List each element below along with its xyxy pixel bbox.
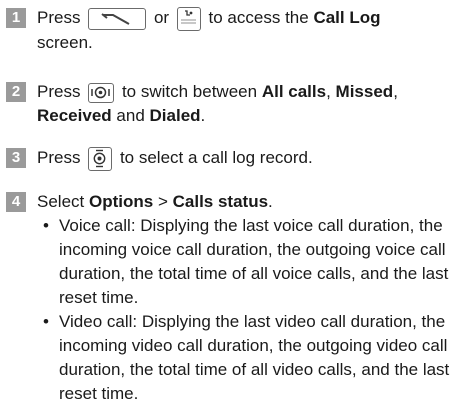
and-text: and xyxy=(116,106,145,125)
separator: , xyxy=(326,82,331,101)
step-text-part: to access the xyxy=(208,8,309,27)
period: . xyxy=(200,106,206,125)
bullet-list: Voice call: Displying the last voice cal… xyxy=(37,214,450,406)
separator: , xyxy=(393,82,398,101)
bullet-video-call: Video call: Displying the last video cal… xyxy=(37,310,450,406)
menu-arrow: > xyxy=(157,192,168,211)
navigation-key-icon xyxy=(88,82,115,103)
menu-calls-status: Calls status xyxy=(172,192,269,211)
call-log-label: Call Log xyxy=(313,8,381,27)
instruction-page: 1 Press or to access the Call Log screen… xyxy=(0,0,454,413)
step-text-part: to switch between xyxy=(121,82,258,101)
period: . xyxy=(268,192,273,211)
step-verb: Select xyxy=(37,192,85,211)
step-text-tail: screen. xyxy=(37,32,93,52)
option-all-calls: All calls xyxy=(261,82,327,101)
step-text: Press to select a call log record. xyxy=(37,146,450,171)
send-key-icon xyxy=(88,7,147,30)
step-number-badge: 1 xyxy=(6,8,26,28)
step-number-badge: 4 xyxy=(6,192,26,212)
step-text: Press to switch between All calls, Misse… xyxy=(37,80,450,128)
step-verb: Press xyxy=(37,8,81,27)
or-text: or xyxy=(153,8,170,27)
option-dialed: Dialed xyxy=(149,106,201,125)
step-text: Press or to access the Call Log screen. xyxy=(37,6,450,55)
step-verb: Press xyxy=(37,82,81,101)
call-log-key-icon xyxy=(176,6,201,31)
step-number-badge: 3 xyxy=(6,148,26,168)
menu-options: Options xyxy=(88,192,154,211)
step-text-part: to select a call log record. xyxy=(119,148,313,167)
step-verb: Press xyxy=(37,148,81,167)
bullet-voice-call: Voice call: Displying the last voice cal… xyxy=(37,214,450,310)
step-number-badge: 2 xyxy=(6,82,26,102)
step-text: Select Options > Calls status. Voice cal… xyxy=(37,190,450,406)
option-missed: Missed xyxy=(335,82,394,101)
center-ok-key-icon xyxy=(88,146,113,171)
option-received: Received xyxy=(37,106,112,125)
